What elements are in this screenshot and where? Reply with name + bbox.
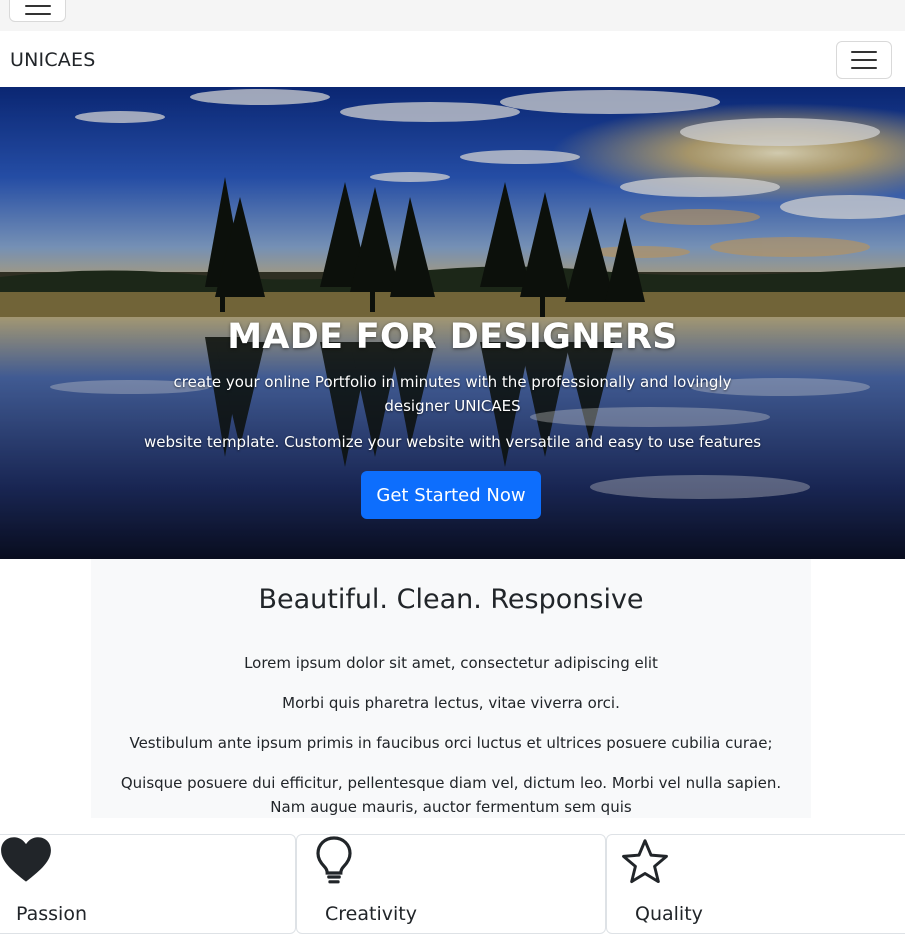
brand-link[interactable]: UNICAES [10, 49, 95, 71]
features-line: Morbi quis pharetra lectus, vitae viverr… [282, 694, 620, 712]
lightbulb-icon [316, 836, 352, 884]
top-strip [0, 0, 905, 31]
feature-card-creativity: Creativity [296, 834, 606, 934]
get-started-button[interactable]: Get Started Now [361, 471, 541, 519]
hero-subtitle: create your online Portfolio in minutes … [173, 373, 732, 415]
features-panel: Beautiful. Clean. Responsive Lorem ipsum… [91, 559, 811, 818]
feature-card-quality: Quality [606, 834, 905, 934]
hamburger-icon [24, 0, 51, 21]
card-title: Creativity [325, 903, 417, 925]
navbar: UNICAES [0, 31, 905, 87]
hero-subtitle-2: website template. Customize your website… [143, 433, 762, 451]
star-icon [622, 839, 668, 884]
card-title: Quality [635, 903, 703, 925]
card-title: Passion [16, 903, 87, 925]
features-line: Lorem ipsum dolor sit amet, consectetur … [244, 654, 658, 672]
hamburger-icon [851, 45, 877, 75]
menu-toggle-top-button[interactable] [9, 0, 66, 22]
hero-banner: MADE FOR DESIGNERS create your online Po… [0, 87, 905, 559]
menu-toggle-button[interactable] [836, 41, 892, 79]
feature-card-passion: Passion [0, 834, 296, 934]
features-title: Beautiful. Clean. Responsive [258, 584, 644, 615]
heart-icon [1, 837, 51, 882]
features-line: Quisque posuere dui efficitur, pellentes… [120, 774, 782, 816]
features-line: Vestibulum ante ipsum primis in faucibus… [129, 734, 773, 752]
hero-title: MADE FOR DESIGNERS [227, 317, 678, 357]
